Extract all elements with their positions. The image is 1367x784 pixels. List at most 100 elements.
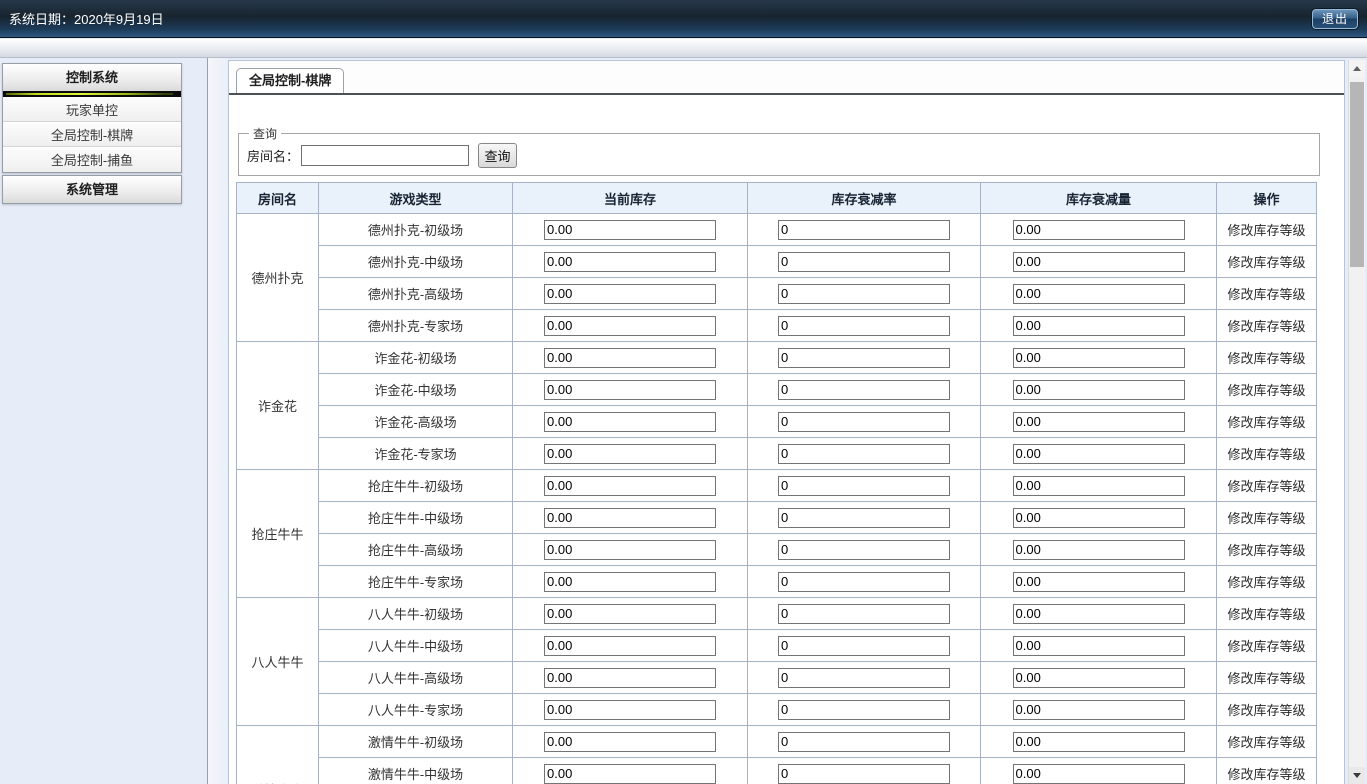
decay-amount-input[interactable] [1013,732,1185,752]
sidebar-item-2[interactable]: 全局控制-捕鱼 [3,147,181,172]
decay-amount-input[interactable] [1013,476,1185,496]
decay-amount-input[interactable] [1013,220,1185,240]
decay-amount-input[interactable] [1013,700,1185,720]
decay-rate-cell [748,310,981,342]
decay-rate-input[interactable] [778,700,950,720]
modify-stock-level-link[interactable]: 修改库存等级 [1227,671,1305,686]
table-row: 八人牛牛-中级场修改库存等级 [237,630,1317,662]
scroll-up-button[interactable] [1349,60,1365,77]
decay-rate-input[interactable] [778,764,950,784]
table-row: 八人牛牛-高级场修改库存等级 [237,662,1317,694]
current-stock-input[interactable] [544,508,716,528]
decay-amount-input[interactable] [1013,636,1185,656]
decay-amount-input[interactable] [1013,380,1185,400]
current-stock-input[interactable] [544,732,716,752]
modify-stock-level-link[interactable]: 修改库存等级 [1227,479,1305,494]
current-stock-input[interactable] [544,572,716,592]
current-stock-input[interactable] [544,540,716,560]
current-stock-input[interactable] [544,412,716,432]
modify-stock-level-link[interactable]: 修改库存等级 [1227,351,1305,366]
sidebar-item-0[interactable]: 玩家单控 [3,97,181,122]
decay-rate-cell [748,502,981,534]
scroll-thumb[interactable] [1350,82,1364,267]
modify-stock-level-link[interactable]: 修改库存等级 [1227,223,1305,238]
decay-amount-input[interactable] [1013,252,1185,272]
vertical-scrollbar[interactable] [1348,60,1365,784]
sidebar-section-control: 控制系统 玩家单控全局控制-棋牌全局控制-捕鱼 [2,63,182,173]
modify-stock-level-link[interactable]: 修改库存等级 [1227,735,1305,750]
decay-rate-input[interactable] [778,636,950,656]
decay-rate-input[interactable] [778,348,950,368]
current-stock-input[interactable] [544,444,716,464]
sidebar-item-1[interactable]: 全局控制-棋牌 [3,122,181,147]
modify-stock-level-link[interactable]: 修改库存等级 [1227,703,1305,718]
decay-amount-input[interactable] [1013,572,1185,592]
modify-stock-level-link[interactable]: 修改库存等级 [1227,543,1305,558]
modify-stock-level-link[interactable]: 修改库存等级 [1227,607,1305,622]
decay-rate-input[interactable] [778,316,950,336]
current-stock-input[interactable] [544,476,716,496]
current-stock-input[interactable] [544,700,716,720]
current-stock-input[interactable] [544,764,716,784]
current-stock-input[interactable] [544,348,716,368]
decay-rate-cell [748,758,981,784]
tab-global-control-chess[interactable]: 全局控制-棋牌 [236,68,344,93]
table-row: 八人牛牛-专家场修改库存等级 [237,694,1317,726]
decay-rate-input[interactable] [778,412,950,432]
current-stock-input[interactable] [544,668,716,688]
decay-amount-input[interactable] [1013,316,1185,336]
decay-amount-input[interactable] [1013,508,1185,528]
current-stock-input[interactable] [544,604,716,624]
decay-rate-input[interactable] [778,252,950,272]
sidebar-splitter[interactable] [208,58,228,784]
decay-rate-input[interactable] [778,444,950,464]
column-header-1: 游戏类型 [319,183,513,214]
query-button[interactable]: 查询 [478,143,517,168]
decay-rate-input[interactable] [778,476,950,496]
current-stock-input[interactable] [544,284,716,304]
decay-rate-input[interactable] [778,668,950,688]
decay-rate-cell [748,694,981,726]
room-name-input[interactable] [301,145,469,166]
current-stock-input[interactable] [544,220,716,240]
game-type-cell: 激情牛牛-中级场 [319,758,513,784]
logout-button[interactable]: 退出 [1312,9,1358,29]
decay-amount-input[interactable] [1013,412,1185,432]
modify-stock-level-link[interactable]: 修改库存等级 [1227,767,1305,782]
modify-stock-level-link[interactable]: 修改库存等级 [1227,287,1305,302]
decay-rate-input[interactable] [778,380,950,400]
current-stock-input[interactable] [544,252,716,272]
decay-amount-input[interactable] [1013,284,1185,304]
decay-rate-input[interactable] [778,284,950,304]
sidebar-header-system-management[interactable]: 系统管理 [3,176,181,203]
current-stock-input[interactable] [544,380,716,400]
decay-rate-input[interactable] [778,508,950,528]
current-stock-input[interactable] [544,316,716,336]
decay-amount-input[interactable] [1013,668,1185,688]
decay-amount-input[interactable] [1013,348,1185,368]
modify-stock-level-link[interactable]: 修改库存等级 [1227,255,1305,270]
sidebar-item-list: 玩家单控全局控制-棋牌全局控制-捕鱼 [3,97,181,172]
modify-stock-level-link[interactable]: 修改库存等级 [1227,383,1305,398]
decay-rate-input[interactable] [778,732,950,752]
decay-amount-input[interactable] [1013,764,1185,784]
sidebar-header-control-system[interactable]: 控制系统 [3,64,181,91]
modify-stock-level-link[interactable]: 修改库存等级 [1227,319,1305,334]
decay-rate-input[interactable] [778,604,950,624]
table-row: 德州扑克-高级场修改库存等级 [237,278,1317,310]
current-stock-input[interactable] [544,636,716,656]
modify-stock-level-link[interactable]: 修改库存等级 [1227,639,1305,654]
decay-amount-input[interactable] [1013,444,1185,464]
decay-amount-input[interactable] [1013,540,1185,560]
decay-amount-input[interactable] [1013,604,1185,624]
modify-stock-level-link[interactable]: 修改库存等级 [1227,511,1305,526]
modify-stock-level-link[interactable]: 修改库存等级 [1227,575,1305,590]
decay-rate-input[interactable] [778,540,950,560]
scroll-down-button[interactable] [1349,767,1365,784]
decay-rate-input[interactable] [778,220,950,240]
modify-stock-level-link[interactable]: 修改库存等级 [1227,415,1305,430]
modify-stock-level-link[interactable]: 修改库存等级 [1227,447,1305,462]
decay-amount-cell [981,374,1217,406]
table-row: 抢庄牛牛-高级场修改库存等级 [237,534,1317,566]
decay-rate-input[interactable] [778,572,950,592]
